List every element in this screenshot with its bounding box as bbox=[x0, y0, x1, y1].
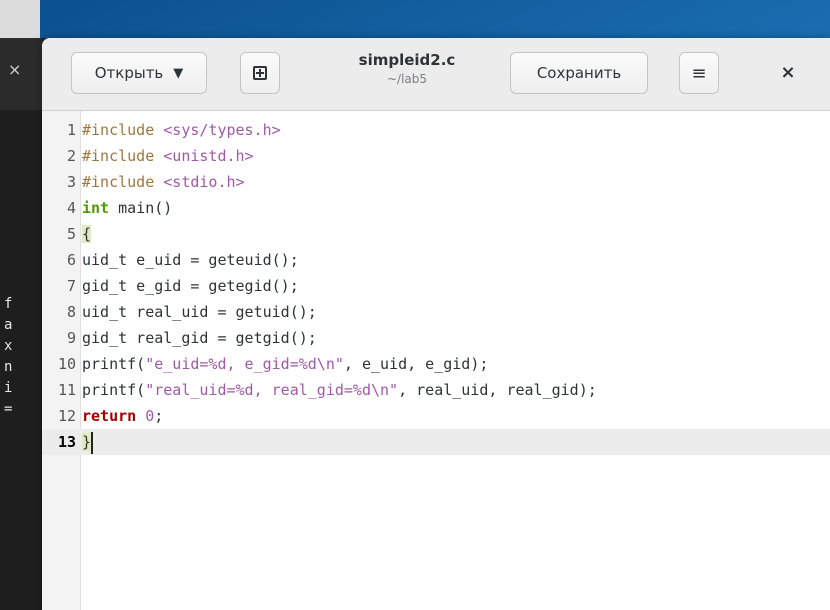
code-text: #include <unistd.h> bbox=[82, 143, 254, 169]
code-token: printf( bbox=[82, 355, 146, 373]
code-text: return 0; bbox=[82, 403, 163, 429]
terminal-output: f a x n i = bbox=[4, 294, 34, 420]
line-number: 6 bbox=[66, 251, 76, 269]
code-token: uid_t real_uid = getuid(); bbox=[82, 303, 317, 321]
save-button-label: Сохранить bbox=[536, 64, 622, 82]
code-line[interactable]: 6 uid_t e_uid = geteuid(); bbox=[42, 247, 830, 273]
code-token: #include bbox=[82, 121, 164, 139]
code-line[interactable]: 3 #include <stdio.h> bbox=[42, 169, 830, 195]
code-text: #include <sys/types.h> bbox=[82, 117, 281, 143]
headerbar: Открыть ▼ simpleid2.c ~/lab5 Сохранить ≡… bbox=[42, 38, 830, 111]
close-icon[interactable]: × bbox=[776, 60, 800, 84]
code-token: gid_t e_gid = getegid(); bbox=[82, 277, 299, 295]
open-button[interactable]: Открыть ▼ bbox=[71, 52, 207, 94]
window-subtitle: ~/lab5 bbox=[386, 72, 428, 86]
terminal-line: n bbox=[4, 359, 13, 375]
line-number: 7 bbox=[66, 277, 76, 295]
code-token: main() bbox=[109, 199, 173, 217]
line-number: 4 bbox=[66, 199, 76, 217]
code-line[interactable]: 10 printf("e_uid=%d, e_gid=%d\n", e_uid, … bbox=[42, 351, 830, 377]
line-number: 3 bbox=[66, 173, 76, 191]
code-text: { bbox=[82, 221, 92, 247]
code-line[interactable]: 1 #include <sys/types.h> bbox=[42, 117, 830, 143]
code-token: <sys/types.h> bbox=[163, 121, 281, 139]
code-line[interactable]: 5{ bbox=[42, 221, 830, 247]
code-token: , e_uid, e_gid); bbox=[343, 355, 489, 373]
code-line[interactable]: 9 gid_t real_gid = getgid(); bbox=[42, 325, 830, 351]
open-button-label: Открыть bbox=[94, 64, 164, 82]
code-text: #include <stdio.h> bbox=[82, 169, 245, 195]
code-text: gid_t real_gid = getgid(); bbox=[82, 325, 317, 351]
code-line[interactable]: 11 printf("real_uid=%d, real_gid=%d\n", r… bbox=[42, 377, 830, 403]
code-editor[interactable]: 1 #include <sys/types.h> 2 #include <unistd… bbox=[42, 111, 830, 610]
code-line[interactable]: 2 #include <unistd.h> bbox=[42, 143, 830, 169]
new-document-button[interactable] bbox=[240, 52, 280, 94]
menu-button[interactable]: ≡ bbox=[679, 52, 719, 94]
new-tab-icon bbox=[253, 66, 267, 80]
code-text: printf("real_uid=%d, real_gid=%d\n", rea… bbox=[82, 377, 597, 403]
code-text: } bbox=[82, 429, 94, 455]
text-editor-window: Открыть ▼ simpleid2.c ~/lab5 Сохранить ≡… bbox=[42, 38, 830, 610]
code-line[interactable]: 13} bbox=[42, 429, 830, 455]
terminal-line: f bbox=[4, 296, 13, 312]
code-token: gid_t real_gid = getgid(); bbox=[82, 329, 317, 347]
code-lines[interactable]: 1 #include <sys/types.h> 2 #include <unistd… bbox=[42, 117, 830, 455]
hamburger-icon: ≡ bbox=[691, 62, 707, 84]
code-token: #include bbox=[82, 173, 164, 191]
code-token: { bbox=[82, 225, 92, 243]
code-text: uid_t e_uid = geteuid(); bbox=[82, 247, 299, 273]
code-token: #include bbox=[82, 147, 164, 165]
line-number: 11 bbox=[57, 381, 76, 399]
line-number: 9 bbox=[66, 329, 76, 347]
line-number: 13 bbox=[57, 433, 76, 451]
code-line[interactable]: 12 return 0; bbox=[42, 403, 830, 429]
terminal-line: = bbox=[4, 401, 13, 417]
code-token: 0 bbox=[145, 407, 155, 425]
code-token: int bbox=[82, 199, 110, 217]
line-number: 12 bbox=[57, 407, 76, 425]
terminal-line: i bbox=[4, 380, 13, 396]
code-text: uid_t real_uid = getuid(); bbox=[82, 299, 317, 325]
window-title-area: simpleid2.c ~/lab5 bbox=[322, 50, 492, 88]
code-token: "e_uid=%d, e_gid=%d\n" bbox=[145, 355, 344, 373]
code-text: gid_t e_gid = getegid(); bbox=[82, 273, 299, 299]
code-token: ; bbox=[154, 407, 164, 425]
save-button[interactable]: Сохранить bbox=[510, 52, 648, 94]
code-token: } bbox=[82, 433, 92, 451]
code-line[interactable]: 8 uid_t real_uid = getuid(); bbox=[42, 299, 830, 325]
code-line[interactable]: 4 int main() bbox=[42, 195, 830, 221]
code-token: , real_uid, real_gid); bbox=[398, 381, 597, 399]
terminal-close-icon[interactable]: × bbox=[8, 60, 21, 79]
code-line[interactable]: 7 gid_t e_gid = getegid(); bbox=[42, 273, 830, 299]
window-title: simpleid2.c bbox=[358, 51, 456, 69]
code-token: uid_t e_uid = geteuid(); bbox=[82, 251, 299, 269]
code-text: int main() bbox=[82, 195, 172, 221]
code-token: return bbox=[82, 407, 137, 425]
text-cursor bbox=[91, 431, 94, 454]
line-number: 1 bbox=[66, 121, 76, 139]
line-number: 2 bbox=[66, 147, 76, 165]
chevron-down-icon: ▼ bbox=[173, 65, 184, 81]
code-token: <unistd.h> bbox=[163, 147, 254, 165]
code-token: printf( bbox=[82, 381, 146, 399]
code-token: <stdio.h> bbox=[163, 173, 245, 191]
terminal-line: a bbox=[4, 317, 13, 333]
line-number: 5 bbox=[66, 225, 76, 243]
line-number: 8 bbox=[66, 303, 76, 321]
code-text: printf("e_uid=%d, e_gid=%d\n", e_uid, e_… bbox=[82, 351, 488, 377]
line-number: 10 bbox=[57, 355, 76, 373]
code-token: "real_uid=%d, real_gid=%d\n" bbox=[145, 381, 399, 399]
background-window-edge bbox=[0, 0, 40, 38]
terminal-line: x bbox=[4, 338, 13, 354]
